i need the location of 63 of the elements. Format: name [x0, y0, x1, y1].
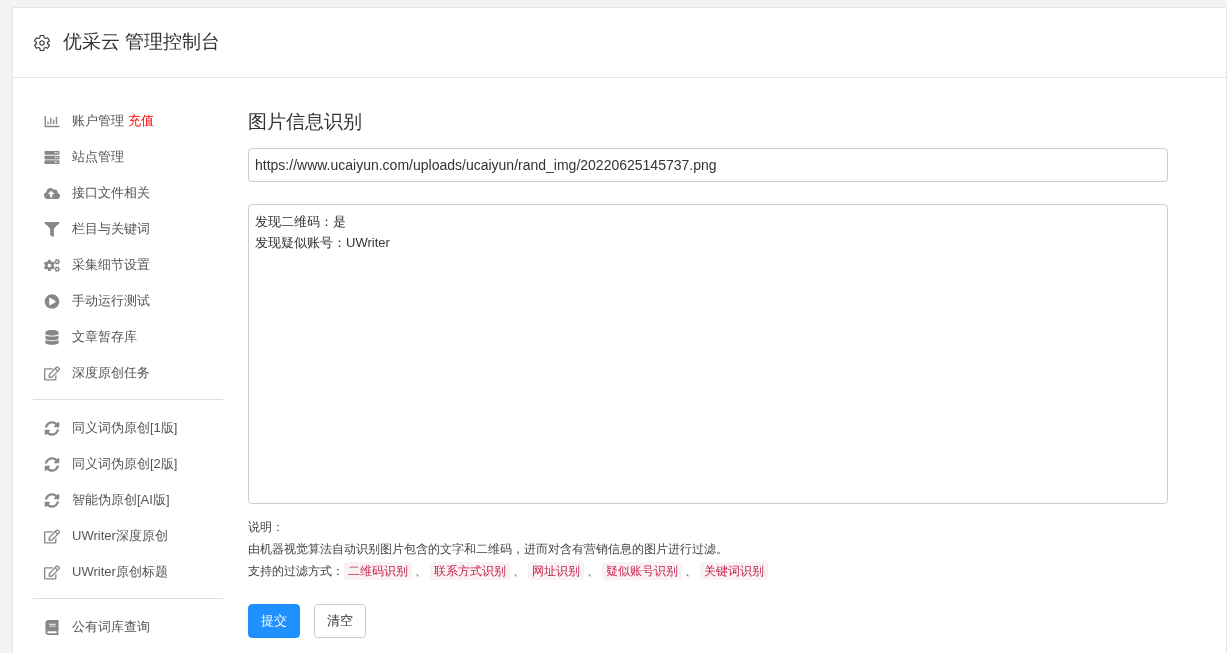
separator-text: 、 — [684, 563, 698, 580]
sidebar-item-label: 账户管理 — [72, 112, 124, 131]
url-field[interactable]: https://www.ucaiyun.com/uploads/ucaiyun/rand_img/20220625145737.png — [248, 148, 1168, 182]
recharge-link[interactable]: 充值 — [128, 111, 154, 131]
console-title: 优采云 管理控制台 — [63, 30, 221, 55]
filter-tag: 二维码识别 — [344, 562, 412, 580]
clear-button[interactable]: 清空 — [314, 604, 366, 638]
filter-tag: 关键词识别 — [700, 562, 768, 580]
sidebar-item-label: 采集细节设置 — [72, 256, 150, 275]
sidebar-item[interactable]: UWriter深度原创 — [33, 518, 223, 554]
sidebar-item[interactable]: 深度原创任务 — [33, 355, 223, 391]
book-icon — [44, 619, 60, 635]
refresh-icon — [44, 492, 60, 508]
edit-icon — [44, 564, 60, 580]
sidebar-item[interactable]: 接口文件相关 — [33, 175, 223, 211]
sidebar-item[interactable]: 采集细节设置 — [33, 247, 223, 283]
sidebar-item-label: 接口文件相关 — [72, 184, 150, 203]
sidebar-item[interactable]: 账户管理 充值 — [33, 103, 223, 139]
sidebar-item-label: 同义词伪原创[1版] — [72, 419, 178, 438]
filters-label: 支持的过滤方式： — [248, 563, 344, 580]
filter-tag: 网址识别 — [528, 562, 584, 580]
separator-text: 、 — [414, 563, 428, 580]
filter-icon — [44, 221, 60, 237]
sidebar-item-label: 文章暂存库 — [72, 328, 137, 347]
cloud-upload-icon — [44, 185, 60, 201]
server-icon — [44, 149, 60, 165]
sidebar-item[interactable]: 站点管理 — [33, 139, 223, 175]
settings-icon — [33, 33, 51, 52]
sidebar-item[interactable]: 公有词库查询 — [33, 609, 223, 645]
database-icon — [44, 329, 60, 345]
sidebar-item-label: 栏目与关键词 — [72, 220, 150, 239]
sidebar-item[interactable]: 智能伪原创[AI版] — [33, 482, 223, 518]
sidebar-item[interactable]: 手动运行测试 — [33, 283, 223, 319]
page-title: 图片信息识别 — [248, 110, 363, 134]
bar-chart-icon — [44, 113, 60, 129]
refresh-icon — [44, 456, 60, 472]
refresh-icon — [44, 420, 60, 436]
sidebar-item-label: UWriter深度原创 — [72, 527, 168, 546]
sidebar-item[interactable]: UWriter原创标题 — [33, 554, 223, 590]
sidebar-item-label: UWriter原创标题 — [72, 563, 168, 582]
sidebar-item-label: 同义词伪原创[2版] — [72, 455, 178, 474]
sidebar-item-label: 站点管理 — [72, 148, 124, 167]
gears-icon — [44, 257, 60, 273]
filter-tag: 联系方式识别 — [430, 562, 510, 580]
sidebar-item-label: 公有词库查询 — [72, 618, 150, 637]
edit-icon — [44, 365, 60, 381]
sidebar-item[interactable]: 文章暂存库 — [33, 319, 223, 355]
sidebar-item[interactable]: 栏目与关键词 — [33, 211, 223, 247]
note-label: 说明： — [248, 519, 284, 536]
sidebar-item[interactable]: 同义词伪原创[2版] — [33, 446, 223, 482]
separator-text: 、 — [586, 563, 600, 580]
play-icon — [44, 293, 60, 309]
sidebar-item-label: 深度原创任务 — [72, 364, 150, 383]
sidebar-item-label: 智能伪原创[AI版] — [72, 491, 170, 510]
filter-tag: 疑似账号识别 — [602, 562, 682, 580]
result-field[interactable]: 发现二维码：是 发现疑似账号：UWriter — [248, 204, 1168, 504]
edit-icon — [44, 528, 60, 544]
sidebar-item-label: 手动运行测试 — [72, 292, 150, 311]
description-text: 由机器视觉算法自动识别图片包含的文字和二维码，进而对含有营销信息的图片进行过滤。 — [248, 541, 728, 558]
separator-text: 、 — [512, 563, 526, 580]
result-line: 发现二维码：是 — [255, 213, 346, 231]
sidebar-item[interactable]: 同义词伪原创[1版] — [33, 410, 223, 446]
result-line: 发现疑似账号：UWriter — [255, 234, 390, 252]
